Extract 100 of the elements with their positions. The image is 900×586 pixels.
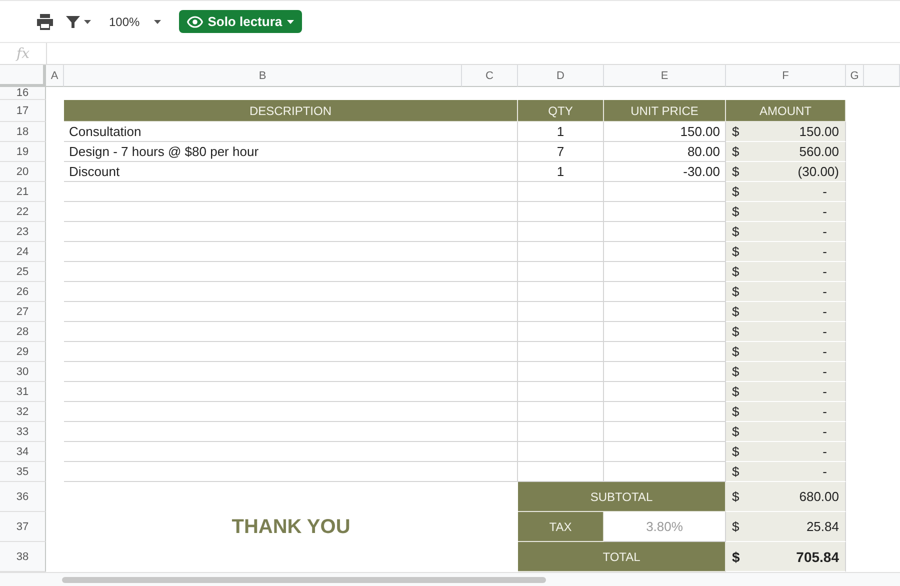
column-header[interactable]: F [726,65,846,87]
row-number: 32 [0,402,46,422]
amount-value: - [822,364,828,379]
table-header: DESCRIPTION [64,100,518,122]
row-number: 27 [0,302,46,322]
amount-value: 560.00 [799,144,839,159]
row-number: 16 [0,87,46,100]
zoom-select[interactable]: 100% [105,12,165,30]
currency-symbol: $ [732,184,740,199]
amount-value: - [822,244,828,259]
amount-value: - [822,444,828,459]
currency-symbol: $ [732,384,740,399]
table-cell: 1 [518,122,604,142]
amount-value: (30.00) [798,164,839,179]
total-label: TAX [518,512,604,542]
row-number: 21 [0,182,46,202]
amount-value: - [822,344,828,359]
table-cell: -30.00 [604,162,726,182]
table-cell: 150.00 [604,122,726,142]
amount-value: 25.84 [806,519,839,534]
currency-symbol: $ [732,404,740,419]
amount-value: - [822,184,828,199]
currency-symbol: $ [732,364,740,379]
row-number: 28 [0,322,46,342]
currency-symbol: $ [732,464,740,479]
row-number: 36 [0,482,46,512]
row-number: 37 [0,512,46,542]
amount-value: 680.00 [799,489,839,504]
amount-value: - [822,284,828,299]
row-number: 19 [0,142,46,162]
table-cell: 7 [518,142,604,162]
table-cell: 80.00 [604,142,726,162]
table-header: UNIT PRICE [604,100,726,122]
currency-symbol: $ [732,204,740,219]
row-number: 24 [0,242,46,262]
row-number: 30 [0,362,46,382]
eye-icon [186,16,203,28]
currency-symbol: $ [732,244,740,259]
total-label: SUBTOTAL [518,482,726,512]
column-header[interactable]: B [64,65,462,87]
amount-value: - [822,204,828,219]
amount-value: - [822,404,828,419]
currency-symbol: $ [732,444,740,459]
print-button[interactable] [34,12,56,32]
table-header: QTY [518,100,604,122]
row-number: 23 [0,222,46,242]
caret-icon [287,20,294,24]
row-number: 17 [0,100,46,122]
row-number: 31 [0,382,46,402]
table-cell: Consultation [64,122,518,142]
print-icon [36,14,54,30]
total-label: TOTAL [518,542,726,572]
amount-value: - [822,384,828,399]
currency-symbol: $ [732,304,740,319]
currency-symbol: $ [732,224,740,239]
row-number: 33 [0,422,46,442]
filter-icon [66,14,80,28]
view-mode-button[interactable]: Solo lectura [178,10,302,33]
table-cell: Design - 7 hours @ $80 per hour [64,142,518,162]
row-number: 34 [0,442,46,462]
currency-symbol: $ [732,124,740,139]
column-header[interactable]: G [846,65,864,87]
currency-symbol: $ [732,144,740,159]
currency-symbol: $ [732,284,740,299]
column-header[interactable]: D [518,65,604,87]
currency-symbol: $ [732,548,740,564]
tax-rate-cell: 3.80% [604,512,726,542]
amount-value: - [822,264,828,279]
amount-value: - [822,464,828,479]
table-cell: 1 [518,162,604,182]
currency-symbol: $ [732,164,740,179]
column-header[interactable]: C [462,65,518,87]
table-cell: Discount [64,162,518,182]
table-header: AMOUNT [726,100,846,122]
amount-value: 150.00 [799,124,839,139]
scrollbar-thumb[interactable] [62,576,546,582]
currency-symbol: $ [732,264,740,279]
thank-you-note: THANK YOU [230,514,352,540]
currency-symbol: $ [732,519,740,534]
caret-icon [154,20,161,24]
amount-value: - [822,224,828,239]
row-number: 38 [0,542,46,572]
row-number: 20 [0,162,46,182]
amount-value: 705.84 [796,548,839,564]
row-number: 35 [0,462,46,482]
row-number: 22 [0,202,46,222]
caret-icon [84,20,91,24]
currency-symbol: $ [732,324,740,339]
currency-symbol: $ [732,344,740,359]
row-number: 18 [0,122,46,142]
row-number: 25 [0,262,46,282]
currency-symbol: $ [732,489,740,504]
amount-value: - [822,324,828,339]
column-header[interactable]: E [604,65,726,87]
row-number: 26 [0,282,46,302]
row-number: 29 [0,342,46,362]
column-header[interactable]: A [46,65,64,87]
amount-value: - [822,304,828,319]
currency-symbol: $ [732,424,740,439]
amount-value: - [822,424,828,439]
